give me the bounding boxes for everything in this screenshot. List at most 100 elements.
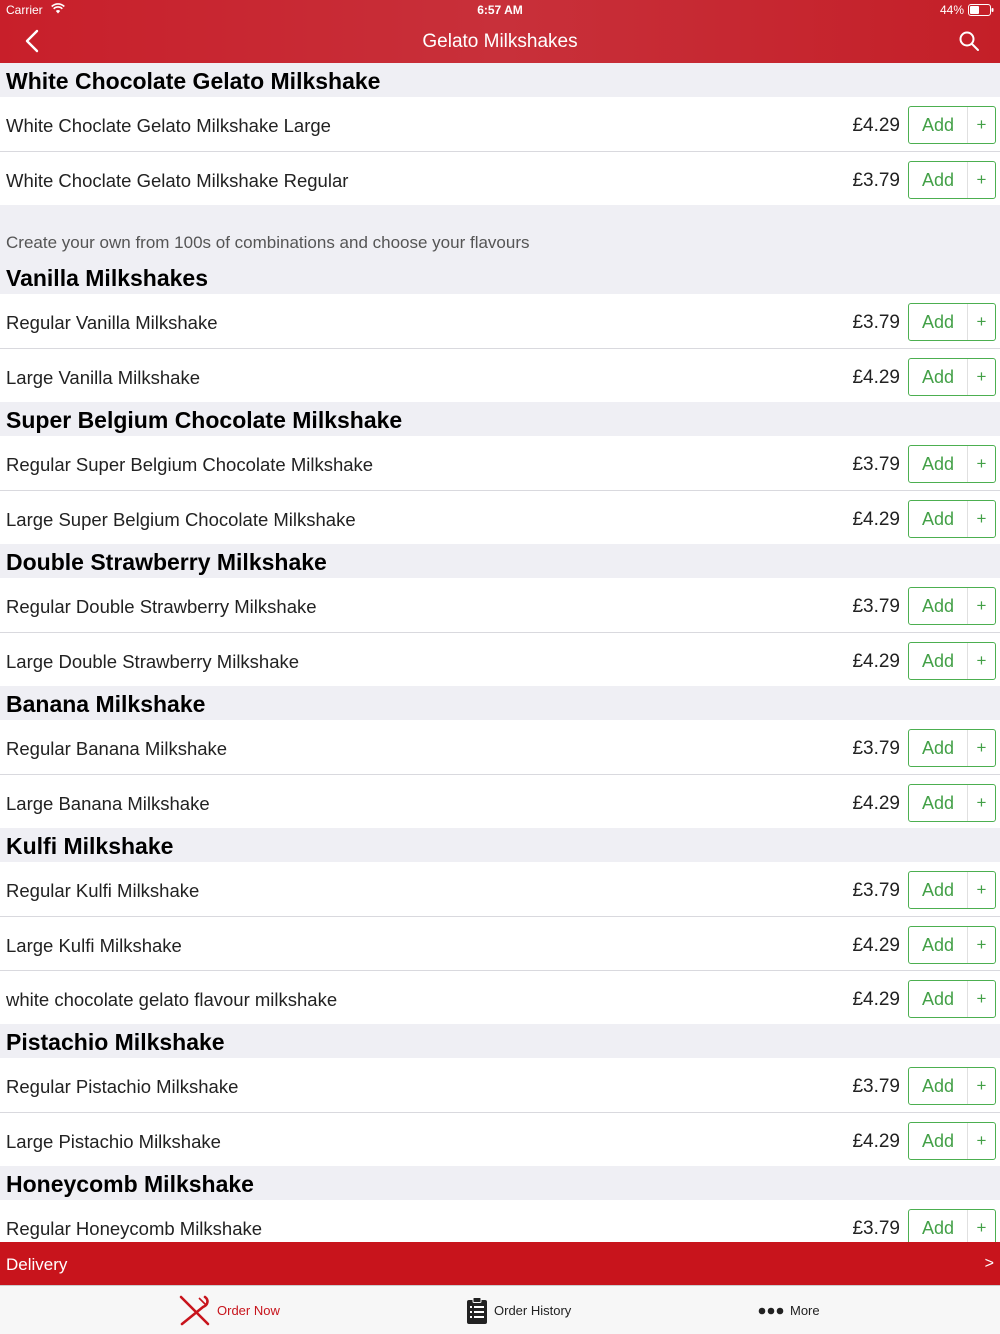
add-button[interactable]: Add +	[908, 1209, 996, 1242]
item-name: Large Super Belgium Chocolate Milkshake	[6, 509, 356, 530]
plus-icon: +	[967, 359, 995, 395]
menu-item-row[interactable]: Large Double Strawberry Milkshake £4.29 Ad…	[0, 632, 1000, 686]
add-label: Add	[921, 934, 955, 955]
nav-bar: Gelato Milkshakes	[0, 20, 1000, 63]
add-button[interactable]: Add +	[908, 587, 996, 625]
item-price: £4.29	[852, 509, 900, 530]
item-price: £4.29	[852, 989, 900, 1010]
page-title: Gelato Milkshakes	[422, 31, 578, 52]
item-name: White Choclate Gelato Milkshake Regular	[6, 170, 349, 191]
add-label: Add	[921, 650, 955, 671]
add-button[interactable]: Add +	[908, 1122, 996, 1160]
add-button[interactable]: Add +	[908, 642, 996, 680]
menu-item-row[interactable]: White Choclate Gelato Milkshake Large £4.…	[0, 97, 1000, 151]
plus-icon: +	[967, 1123, 995, 1159]
item-price: £3.79	[852, 312, 900, 333]
add-label: Add	[921, 1075, 955, 1096]
tab-bar: Order Now Order History More	[0, 1285, 1000, 1334]
add-button[interactable]: Add +	[908, 784, 996, 822]
menu-item-row[interactable]: Regular Double Strawberry Milkshake £3.79…	[0, 578, 1000, 632]
search-icon[interactable]	[958, 30, 980, 52]
add-label: Add	[921, 453, 955, 474]
add-button[interactable]: Add +	[908, 161, 996, 199]
item-price: £4.29	[852, 651, 900, 672]
add-label: Add	[921, 508, 955, 529]
tab-order-now[interactable]: Order Now	[178, 1286, 280, 1334]
item-price: £3.79	[852, 170, 900, 191]
section-header: Honeycomb Milkshake	[0, 1166, 1000, 1200]
add-button[interactable]: Add +	[908, 358, 996, 396]
item-name: Regular Super Belgium Chocolate Milkshak…	[6, 454, 374, 475]
plus-icon: +	[967, 927, 995, 963]
menu-item-row[interactable]: Large Pistachio Milkshake £4.29 Add +	[0, 1112, 1000, 1166]
plus-icon: +	[967, 730, 995, 766]
section-header: Super Belgium Chocolate Milkshake	[0, 402, 1000, 436]
add-button[interactable]: Add +	[908, 1067, 996, 1105]
add-button[interactable]: Add +	[908, 106, 996, 144]
status-battery-percent: 44%	[939, 3, 964, 17]
plus-icon: +	[967, 1210, 995, 1242]
menu-item-row[interactable]: Regular Honeycomb Milkshake £3.79 Add +	[0, 1200, 1000, 1242]
delivery-bar[interactable]: Delivery >	[0, 1242, 1000, 1285]
delivery-label: Delivery	[6, 1255, 68, 1274]
menu-item-row[interactable]: Large Banana Milkshake £4.29 Add +	[0, 774, 1000, 828]
add-label: Add	[921, 311, 955, 332]
item-name: Large Pistachio Milkshake	[6, 1131, 221, 1152]
item-price: £4.29	[852, 367, 900, 388]
add-button[interactable]: Add +	[908, 926, 996, 964]
section-description: Create your own from 100s of combination…	[0, 205, 1000, 260]
menu-item-row[interactable]: Large Super Belgium Chocolate Milkshake £…	[0, 490, 1000, 544]
section-header: Pistachio Milkshake	[0, 1024, 1000, 1058]
tab-label: Order Now	[217, 1303, 280, 1318]
item-name: Regular Banana Milkshake	[6, 738, 228, 759]
battery-icon	[968, 4, 994, 16]
plus-icon: +	[967, 162, 995, 198]
plus-icon: +	[967, 446, 995, 482]
item-name: White Choclate Gelato Milkshake Large	[6, 115, 331, 136]
menu-item-row[interactable]: Regular Kulfi Milkshake £3.79 Add +	[0, 862, 1000, 916]
add-button[interactable]: Add +	[908, 871, 996, 909]
item-name: Regular Double Strawberry Milkshake	[6, 596, 317, 617]
item-price: £3.79	[852, 880, 900, 901]
section-header: Vanilla Milkshakes	[0, 260, 1000, 294]
section-header: White Chocolate Gelato Milkshake	[0, 63, 1000, 97]
app-screen: Carrier 6:57 AM 44% Gelato Milkshakes Wh…	[0, 0, 1000, 1334]
item-price: £3.79	[852, 596, 900, 617]
add-button[interactable]: Add +	[908, 445, 996, 483]
plus-icon: +	[967, 872, 995, 908]
add-button[interactable]: Add +	[908, 500, 996, 538]
section-header: Kulfi Milkshake	[0, 828, 1000, 862]
menu-item-row[interactable]: Regular Banana Milkshake £3.79 Add +	[0, 720, 1000, 774]
item-name: Regular Kulfi Milkshake	[6, 880, 200, 901]
section-header: Banana Milkshake	[0, 686, 1000, 720]
delivery-arrow-icon: >	[984, 1255, 994, 1272]
more-dots-icon	[758, 1307, 784, 1314]
plus-icon: +	[967, 107, 995, 143]
add-label: Add	[921, 1217, 955, 1238]
menu-item-row[interactable]: Large Kulfi Milkshake £4.29 Add +	[0, 916, 1000, 970]
add-button[interactable]: Add +	[908, 303, 996, 341]
menu-item-row[interactable]: Regular Pistachio Milkshake £3.79 Add +	[0, 1058, 1000, 1112]
add-label: Add	[921, 366, 955, 387]
menu-item-row[interactable]: White Choclate Gelato Milkshake Regular £…	[0, 151, 1000, 205]
item-price: £3.79	[852, 738, 900, 759]
add-button[interactable]: Add +	[908, 729, 996, 767]
tab-more[interactable]: More	[758, 1286, 820, 1334]
item-name: Regular Pistachio Milkshake	[6, 1076, 239, 1097]
menu-item-row[interactable]: Large Vanilla Milkshake £4.29 Add +	[0, 348, 1000, 402]
menu-item-row[interactable]: Regular Super Belgium Chocolate Milkshak…	[0, 436, 1000, 490]
add-label: Add	[921, 792, 955, 813]
item-price: £4.29	[852, 1131, 900, 1152]
tab-label: More	[790, 1303, 820, 1318]
tab-order-history[interactable]: Order History	[466, 1286, 571, 1334]
add-button[interactable]: Add +	[908, 980, 996, 1018]
add-label: Add	[921, 114, 955, 135]
plus-icon: +	[967, 1068, 995, 1104]
add-label: Add	[921, 988, 955, 1009]
status-bar: Carrier 6:57 AM 44%	[0, 0, 1000, 20]
clipboard-icon	[467, 1296, 487, 1324]
menu-list[interactable]: White Chocolate Gelato Milkshake White Ch…	[0, 63, 1000, 1242]
item-price: £3.79	[852, 454, 900, 475]
menu-item-row[interactable]: Regular Vanilla Milkshake £3.79 Add +	[0, 294, 1000, 348]
menu-item-row[interactable]: white chocolate gelato flavour milkshake…	[0, 970, 1000, 1024]
